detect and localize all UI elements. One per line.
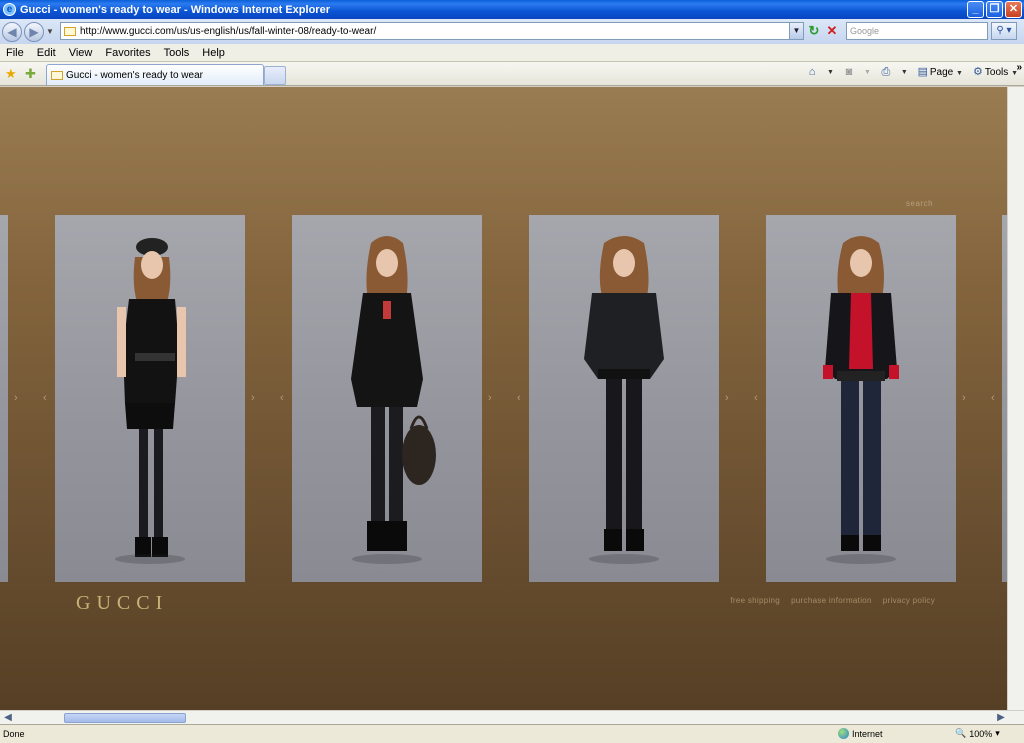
purchase-information-link[interactable]: purchase information	[791, 596, 872, 605]
security-zone[interactable]: Internet	[838, 728, 883, 739]
address-toolbar: ◀ ▶ ▼ http://www.gucci.com/us/us-english…	[0, 19, 1024, 44]
gear-icon: ⚙	[972, 66, 983, 78]
feeds-dropdown[interactable]: ▼	[864, 69, 871, 76]
gallery-prev-arrow[interactable]: ‹	[280, 392, 284, 404]
address-dropdown-button[interactable]: ▼	[789, 23, 803, 39]
zoom-control[interactable]: 🔍 100% ▾	[955, 728, 1000, 739]
gallery-next-arrow[interactable]: ›	[14, 392, 18, 404]
favorites-center-button[interactable]: ★	[5, 66, 17, 82]
zoom-dropdown-icon: ▾	[995, 728, 1000, 738]
look-1-photo[interactable]	[55, 215, 245, 582]
ie-logo-icon: e	[3, 3, 16, 16]
vertical-scrollbar[interactable]	[1007, 87, 1024, 710]
free-shipping-link[interactable]: free shipping	[730, 596, 780, 605]
print-dropdown[interactable]: ▼	[901, 69, 908, 76]
address-bar[interactable]: http://www.gucci.com/us/us-english/us/fa…	[60, 22, 804, 40]
model-figure	[117, 238, 186, 557]
window-title-bar: e Gucci - women's ready to wear - Window…	[0, 0, 1024, 19]
new-tab-button[interactable]	[264, 66, 286, 85]
tab-gucci[interactable]: Gucci - women's ready to wear	[46, 64, 264, 85]
scroll-right-arrow-icon[interactable]: ▶	[995, 712, 1007, 724]
refresh-button[interactable]: ↻	[806, 23, 822, 39]
menu-favorites[interactable]: Favorites	[105, 47, 150, 59]
menu-bar: File Edit View Favorites Tools Help	[0, 44, 1024, 62]
floor-shadow	[352, 554, 422, 564]
more-commands-chevron[interactable]: »	[1016, 62, 1022, 73]
add-favorite-button[interactable]: ✚	[25, 66, 36, 82]
home-icon[interactable]: ⌂	[805, 65, 819, 79]
gallery-prev-arrow[interactable]: ‹	[43, 392, 47, 404]
gallery-next-arrow[interactable]: ›	[488, 392, 492, 404]
tab-bar: ★ ✚ Gucci - women's ready to wear ⌂ ▼ ◙ ▼ …	[0, 62, 1024, 86]
gucci-logo[interactable]: GUCCI	[76, 592, 168, 615]
status-bar: Done Internet 🔍 100% ▾	[0, 724, 1024, 743]
star-icon: ★	[5, 66, 17, 81]
model-figure	[351, 236, 436, 551]
page-viewport: search › ‹ › ‹ › ‹ › ‹ › ‹ GUCCI free sh…	[0, 87, 1007, 710]
maximize-button[interactable]: ❐	[986, 1, 1003, 18]
stop-icon: ✕	[826, 23, 838, 38]
floor-shadow	[589, 554, 659, 564]
privacy-policy-link[interactable]: privacy policy	[883, 596, 935, 605]
menu-tools[interactable]: Tools	[164, 47, 190, 59]
gallery-photo-partial-left[interactable]	[0, 215, 8, 582]
window-title: Gucci - women's ready to wear - Windows …	[20, 3, 330, 16]
stop-button[interactable]: ✕	[824, 23, 840, 39]
menu-edit[interactable]: Edit	[37, 47, 56, 59]
gallery-next-arrow[interactable]: ›	[725, 392, 729, 404]
page-icon: ▤	[917, 66, 929, 78]
status-text: Done	[3, 729, 25, 739]
gallery-prev-arrow[interactable]: ‹	[991, 392, 995, 404]
tools-menu[interactable]: ⚙ Tools ▼	[971, 65, 1018, 79]
add-favorite-icon: ✚	[25, 66, 36, 81]
floor-shadow	[115, 554, 185, 564]
model-figure	[584, 236, 664, 551]
page-menu[interactable]: ▤ Page ▼	[916, 65, 963, 79]
look-3-photo[interactable]	[529, 215, 719, 582]
history-dropdown-button[interactable]: ▼	[46, 27, 56, 36]
back-arrow-icon: ◀	[7, 24, 17, 39]
gallery-prev-arrow[interactable]: ‹	[517, 392, 521, 404]
address-url[interactable]: http://www.gucci.com/us/us-english/us/fa…	[80, 26, 376, 37]
page-dropdown-icon: ▼	[955, 70, 963, 77]
gallery-next-arrow[interactable]: ›	[251, 392, 255, 404]
tab-label: Gucci - women's ready to wear	[66, 69, 203, 81]
scroll-thumb[interactable]	[64, 713, 186, 723]
look-4-photo[interactable]	[766, 215, 956, 582]
rss-icon[interactable]: ◙	[842, 65, 856, 79]
command-bar: ⌂ ▼ ◙ ▼ ⎙ ▼ ▤ Page ▼ ⚙ Tools ▼	[805, 65, 1018, 79]
minimize-button[interactable]: _	[967, 1, 984, 18]
menu-view[interactable]: View	[69, 47, 93, 59]
model-figure	[823, 236, 899, 551]
page-menu-label: Page	[929, 67, 954, 78]
horizontal-scrollbar[interactable]: ◀ ▶	[0, 710, 1024, 724]
search-button[interactable]: ⚲ ▾	[991, 22, 1017, 40]
globe-icon	[838, 728, 849, 739]
printer-icon[interactable]: ⎙	[879, 65, 893, 79]
zoom-icon: 🔍	[955, 728, 967, 738]
magnifier-icon: ⚲	[996, 25, 1004, 36]
forward-arrow-icon: ▶	[29, 24, 39, 39]
page-icon	[64, 26, 76, 36]
zone-label: Internet	[852, 728, 883, 739]
site-search-link[interactable]: search	[906, 199, 933, 208]
gallery-next-arrow[interactable]: ›	[962, 392, 966, 404]
home-dropdown[interactable]: ▼	[827, 69, 834, 76]
tools-menu-label: Tools	[984, 67, 1009, 78]
look-2-photo[interactable]	[292, 215, 482, 582]
menu-help[interactable]: Help	[202, 47, 225, 59]
zoom-level: 100%	[969, 728, 993, 739]
floor-shadow	[826, 554, 896, 564]
footer-links: free shipping purchase information priva…	[730, 596, 935, 605]
scroll-left-arrow-icon[interactable]: ◀	[2, 712, 14, 724]
page-icon	[51, 70, 63, 80]
back-button[interactable]: ◀	[2, 21, 22, 42]
forward-button[interactable]: ▶	[24, 21, 44, 42]
search-input[interactable]: Google	[846, 22, 988, 40]
refresh-icon: ↻	[808, 23, 820, 38]
gallery-prev-arrow[interactable]: ‹	[754, 392, 758, 404]
close-button[interactable]: ✕	[1005, 1, 1022, 18]
menu-file[interactable]: File	[6, 47, 24, 59]
